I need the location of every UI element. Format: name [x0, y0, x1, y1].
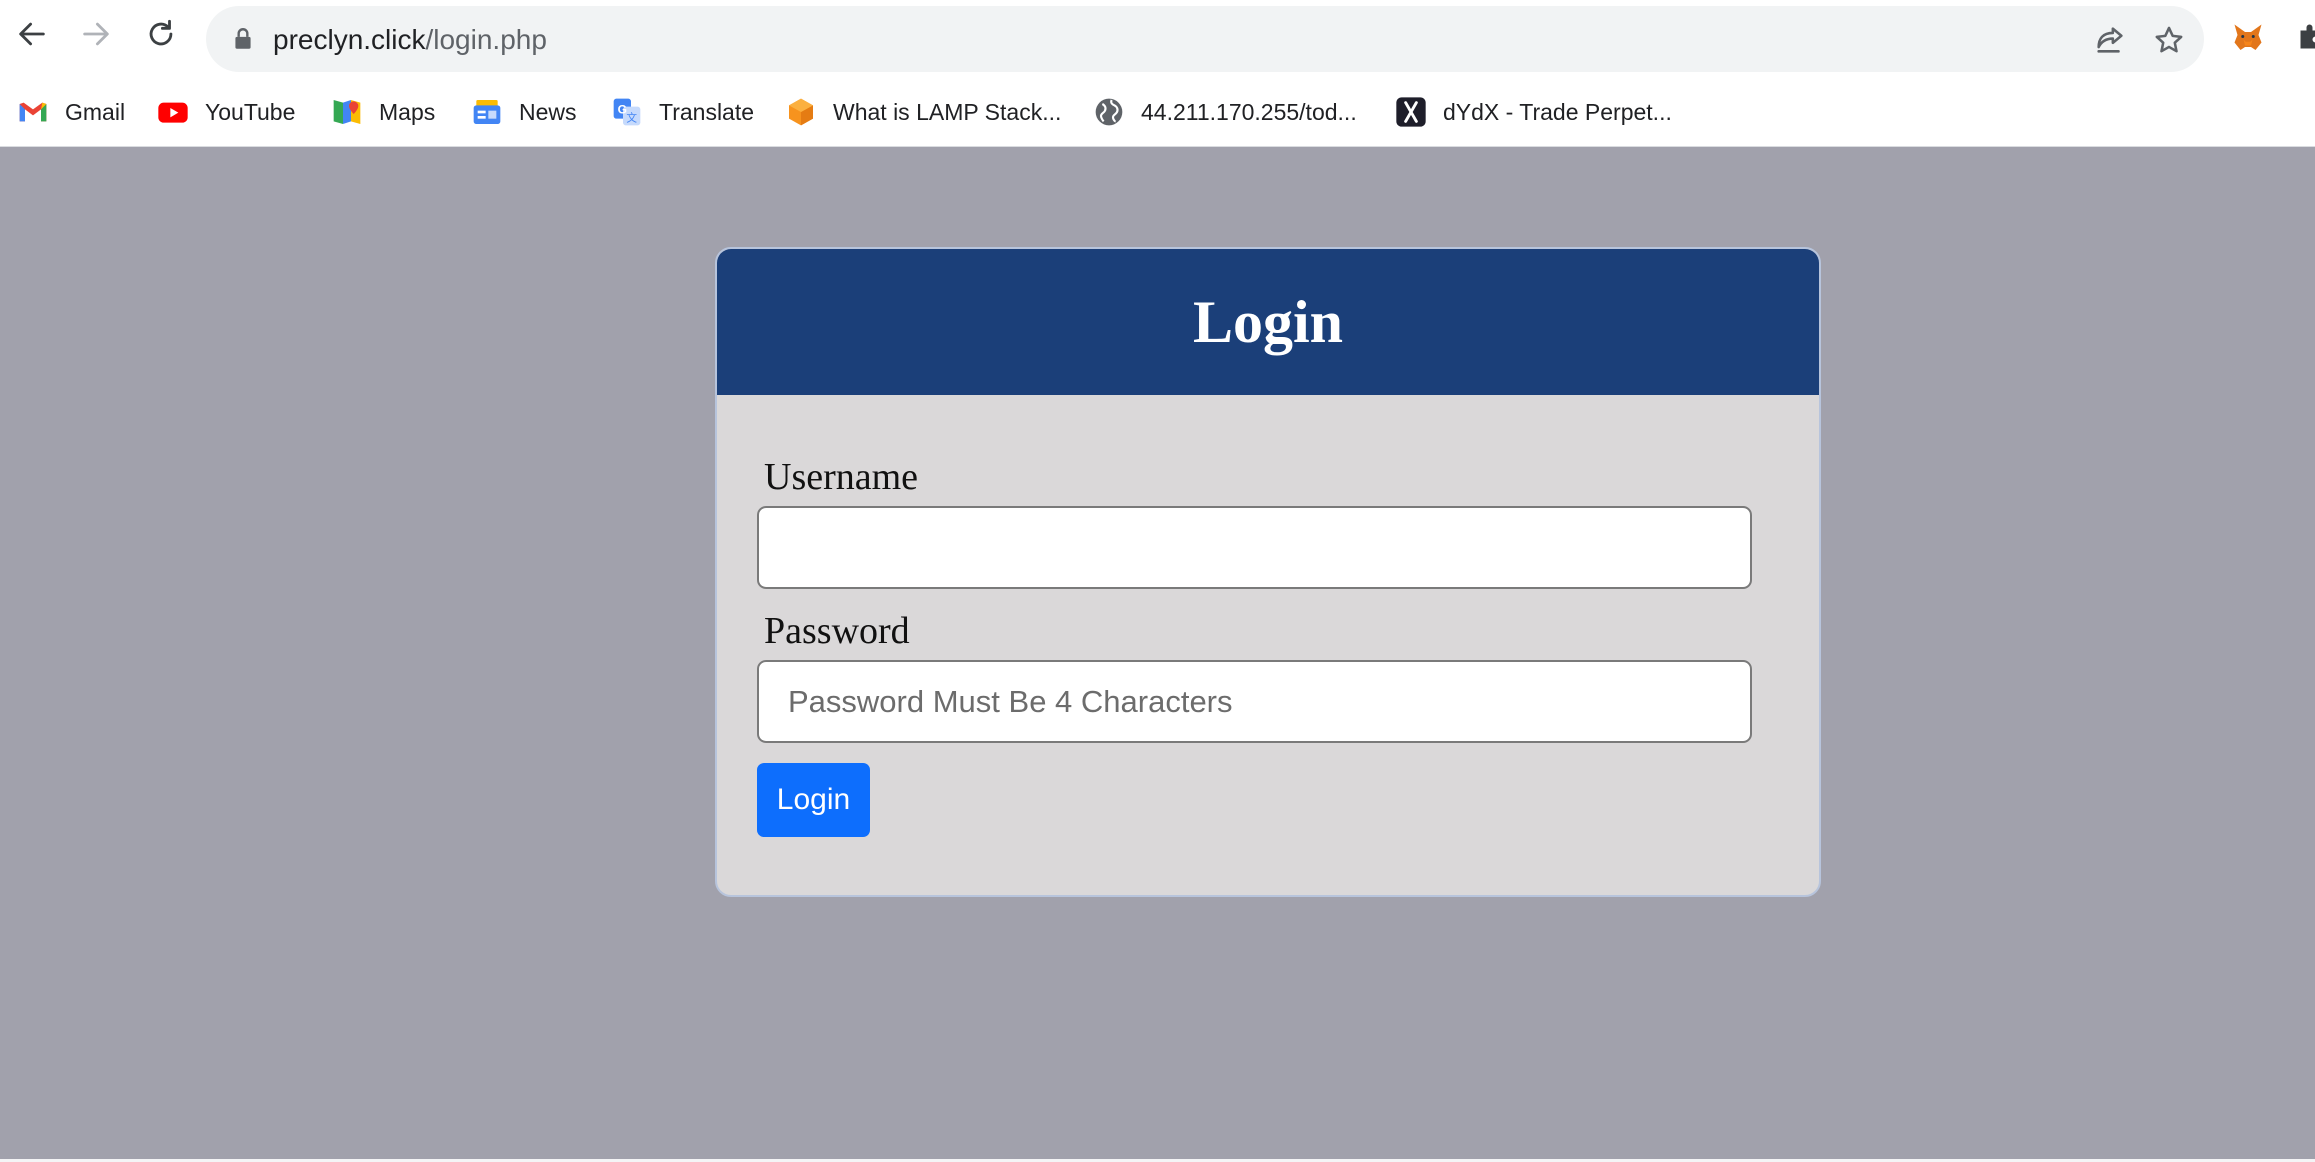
lock-icon[interactable] [230, 26, 256, 52]
maps-icon [333, 100, 361, 124]
arrow-right-icon [83, 22, 109, 46]
bookmark-label: What is LAMP Stack... [833, 98, 1062, 125]
bookmark-label: Translate [659, 98, 755, 125]
bookmark-lamp-stack[interactable]: What is LAMP Stack... [785, 92, 1061, 132]
metamask-fox-icon[interactable] [2230, 20, 2266, 56]
forward-button[interactable] [76, 14, 116, 54]
reload-button[interactable] [141, 14, 181, 54]
username-input[interactable] [757, 506, 1752, 589]
youtube-icon [158, 102, 188, 123]
address-bar[interactable]: preclyn.click/login.php [206, 6, 2204, 72]
arrow-left-icon [19, 22, 45, 46]
password-label: Password [764, 610, 910, 652]
login-card-header: Login [717, 249, 1819, 395]
translate-icon: G 文 [613, 98, 641, 126]
news-icon [473, 100, 501, 124]
bookmark-label: YouTube [205, 98, 296, 125]
url-path: /login.php [425, 24, 547, 55]
globe-icon [1095, 98, 1123, 126]
reload-icon [149, 19, 173, 46]
bookmark-label: 44.211.170.255/tod... [1141, 98, 1357, 125]
login-title: Login [1192, 289, 1344, 355]
bookmark-ip-address[interactable]: 44.211.170.255/tod... [1093, 92, 1357, 132]
dydx-icon [1396, 97, 1426, 127]
star-icon[interactable] [2152, 23, 2186, 57]
login-card: Login Username Password Login [715, 247, 1821, 897]
bookmark-dydx[interactable]: dYdX - Trade Perpet... [1395, 92, 1672, 132]
gmail-icon [19, 102, 47, 122]
url-text[interactable]: preclyn.click/login.php [273, 24, 547, 56]
back-button[interactable] [12, 14, 52, 54]
bookmark-gmail[interactable]: Gmail [17, 92, 125, 132]
bookmark-label: Maps [379, 98, 436, 125]
bookmark-label: dYdX - Trade Perpet... [1443, 98, 1672, 125]
lamp-cube-icon [789, 98, 813, 126]
page-body: Login Username Password Login [0, 147, 2315, 1159]
bookmark-label: Gmail [65, 98, 126, 125]
bookmark-news[interactable]: News [471, 92, 577, 132]
bookmarks-bar: Gmail YouTube Maps News G 文 Translate Wh… [0, 78, 2315, 147]
browser-toolbar: preclyn.click/login.php [0, 0, 2315, 78]
bookmark-label: News [519, 98, 577, 125]
bookmark-youtube[interactable]: YouTube [157, 92, 295, 132]
username-label: Username [764, 456, 919, 498]
login-button[interactable]: Login [757, 763, 870, 837]
share-icon[interactable] [2093, 23, 2127, 57]
svg-text:文: 文 [626, 111, 637, 124]
extensions-puzzle-icon[interactable] [2293, 20, 2315, 56]
bookmark-maps[interactable]: Maps [331, 92, 435, 132]
password-input[interactable] [757, 660, 1752, 743]
url-host: preclyn.click [273, 24, 426, 55]
bookmark-translate[interactable]: G 文 Translate [611, 92, 754, 132]
